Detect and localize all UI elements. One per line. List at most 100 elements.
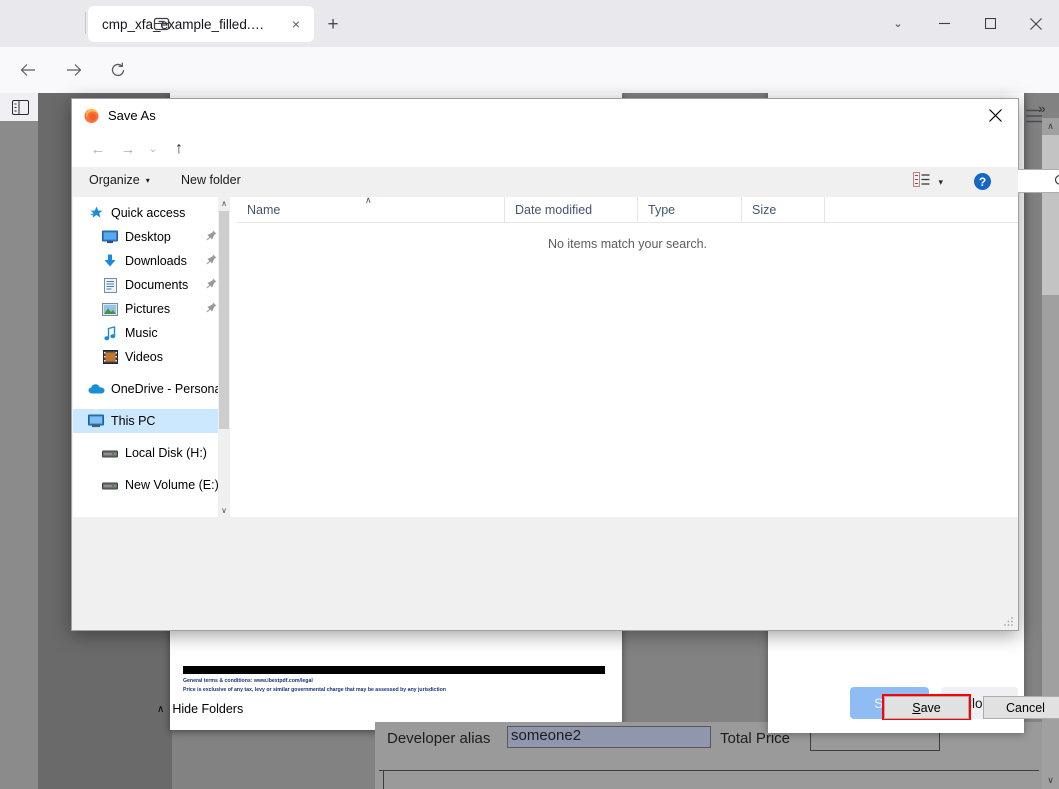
- navpane-scroll-down-icon[interactable]: ∨: [218, 504, 230, 517]
- onedrive-cloud-icon: [87, 381, 105, 397]
- save-as-dialog: Save As ← → ⌄ ↑ › This PC › Downloads › …: [71, 98, 1059, 720]
- view-options-icon: [913, 172, 930, 192]
- search-icon[interactable]: [1054, 174, 1059, 193]
- nav-label: New Volume (E:): [125, 478, 219, 492]
- nav-item-videos[interactable]: Videos: [73, 345, 230, 369]
- dialog-command-bar: Organize ▾ New folder ▾ ?: [72, 167, 1018, 197]
- sort-ascending-icon: ∧: [365, 195, 372, 205]
- browser-reload-icon[interactable]: [106, 58, 130, 82]
- pdf-terms-block: General terms & conditions: www.ibextpdf…: [183, 677, 613, 695]
- tab-title: cmp_xfa_example_filled.pdf: [102, 16, 267, 32]
- this-pc-icon: [87, 413, 105, 429]
- tab-close-icon[interactable]: ×: [286, 14, 306, 34]
- sidebar-toggle-icon[interactable]: [9, 97, 31, 117]
- nav-label: Documents: [125, 278, 189, 292]
- nav-item-new-volume-e[interactable]: New Volume (E:): [73, 473, 230, 497]
- chevron-down-icon: ▾: [145, 175, 150, 185]
- tab-separator: [85, 12, 86, 34]
- nav-label: Videos: [125, 350, 163, 364]
- column-header-type[interactable]: Type: [638, 197, 742, 223]
- browser-back-icon[interactable]: [16, 58, 40, 82]
- nav-label: Quick access: [111, 206, 186, 220]
- desktop-icon: [101, 229, 119, 245]
- file-list-header: Name ∧ Date modified Type Size: [237, 195, 1018, 223]
- view-options-button[interactable]: ▾: [913, 172, 943, 192]
- nav-label: Local Disk (H:): [125, 446, 207, 460]
- column-label: Size: [752, 203, 777, 217]
- column-header-date-modified[interactable]: Date modified: [505, 197, 638, 223]
- view-options-caret-icon: ▾: [938, 176, 943, 187]
- dialog-recent-locations-icon[interactable]: ⌄: [144, 138, 162, 160]
- hide-folders-label: Hide Folders: [172, 702, 244, 716]
- browser-tab[interactable]: cmp_xfa_example_filled.pdf ×: [88, 6, 314, 42]
- help-button[interactable]: ?: [974, 173, 991, 190]
- hide-folders-button[interactable]: ∧ Hide Folders: [157, 702, 243, 716]
- column-label: Type: [648, 203, 676, 217]
- form-divider-vertical: [383, 770, 384, 789]
- nav-label: Music: [125, 326, 158, 340]
- window-dropdown-icon[interactable]: ⌄: [875, 0, 921, 47]
- nav-label: Desktop: [125, 230, 171, 244]
- viewer-sidebar-strip: [0, 121, 38, 789]
- nav-item-downloads[interactable]: Downloads: [73, 249, 230, 273]
- dialog-field-area: File name: cmp_xfa_example_filled ⌄ Save…: [72, 517, 1018, 630]
- nav-item-music[interactable]: Music: [73, 321, 230, 345]
- nav-item-this-pc[interactable]: This PC: [73, 409, 230, 433]
- dialog-up-icon[interactable]: ↑: [167, 138, 191, 160]
- pictures-icon: [101, 301, 119, 317]
- firefox-logo-icon: [83, 107, 100, 124]
- window-maximize-icon[interactable]: [967, 0, 1013, 47]
- organize-label: Organize: [89, 173, 140, 187]
- dialog-close-icon[interactable]: [972, 99, 1018, 131]
- nav-label: OneDrive - Personal: [111, 382, 225, 396]
- nav-item-onedrive[interactable]: OneDrive - Personal: [73, 377, 230, 401]
- list-all-tabs-icon[interactable]: [146, 9, 176, 37]
- window-close-icon[interactable]: [1013, 0, 1059, 47]
- pane-splitter[interactable]: [230, 197, 237, 517]
- videos-icon: [101, 349, 119, 365]
- window-minimize-icon[interactable]: [921, 0, 967, 47]
- scrollbar-thumb[interactable]: [1042, 135, 1059, 295]
- column-header-size[interactable]: Size: [742, 197, 825, 223]
- cancel-button[interactable]: Cancel: [983, 696, 1059, 719]
- drive-icon: [101, 477, 119, 493]
- dialog-nav-row: ← → ⌄ ↑ › This PC › Downloads › test ⌄ ↻: [72, 131, 1059, 193]
- pin-icon[interactable]: [206, 254, 218, 266]
- navpane-scrollbar-thumb[interactable]: [219, 211, 229, 429]
- developer-alias-label: Developer alias: [387, 730, 491, 747]
- navpane-scroll-up-icon[interactable]: ∧: [218, 197, 230, 210]
- nav-item-documents[interactable]: Documents: [73, 273, 230, 297]
- scroll-down-icon[interactable]: ∨: [1042, 772, 1059, 789]
- new-folder-button[interactable]: New folder: [181, 173, 241, 187]
- nav-item-desktop[interactable]: Desktop: [73, 225, 230, 249]
- menu-icon[interactable]: [1021, 103, 1047, 129]
- dialog-back-icon[interactable]: ←: [86, 138, 110, 160]
- nav-label: Downloads: [125, 254, 187, 268]
- quick-access-star-icon: [87, 205, 105, 221]
- pin-icon[interactable]: [206, 302, 218, 314]
- navigation-pane-scrollbar[interactable]: ∧ ∨: [218, 197, 230, 517]
- nav-item-quick-access[interactable]: Quick access: [73, 201, 230, 225]
- file-list[interactable]: Name ∧ Date modified Type Size No items …: [237, 195, 1018, 517]
- nav-item-pictures[interactable]: Pictures: [73, 297, 230, 321]
- navigation-pane: Quick access Desktop Downloads Documents…: [73, 197, 230, 517]
- column-label: Name: [247, 203, 281, 217]
- pdf-terms-line1: General terms & conditions: www.ibextpdf…: [183, 678, 313, 684]
- organize-button[interactable]: Organize ▾: [89, 173, 150, 187]
- pin-icon[interactable]: [206, 278, 218, 290]
- pdf-black-bar: [183, 666, 605, 674]
- new-tab-button[interactable]: +: [320, 12, 346, 38]
- pdf-terms-line2: Price is exclusive of any tax, levy or s…: [183, 687, 446, 694]
- dialog-forward-icon[interactable]: →: [116, 138, 140, 160]
- resize-grip-icon[interactable]: [1003, 616, 1015, 628]
- save-button[interactable]: Save: [884, 696, 969, 719]
- browser-tab-bar: cmp_xfa_example_filled.pdf × + ⌄: [0, 0, 1059, 47]
- browser-forward-icon[interactable]: [62, 58, 86, 82]
- nav-item-local-disk-h[interactable]: Local Disk (H:): [73, 441, 230, 465]
- viewer-scrollbar[interactable]: ∧ ∨: [1042, 118, 1059, 789]
- developer-alias-value: someone2: [511, 727, 582, 744]
- column-header-name[interactable]: Name ∧: [237, 195, 505, 223]
- empty-state-message: No items match your search.: [547, 237, 708, 251]
- window-controls: ⌄: [875, 0, 1059, 47]
- pin-icon[interactable]: [206, 230, 218, 242]
